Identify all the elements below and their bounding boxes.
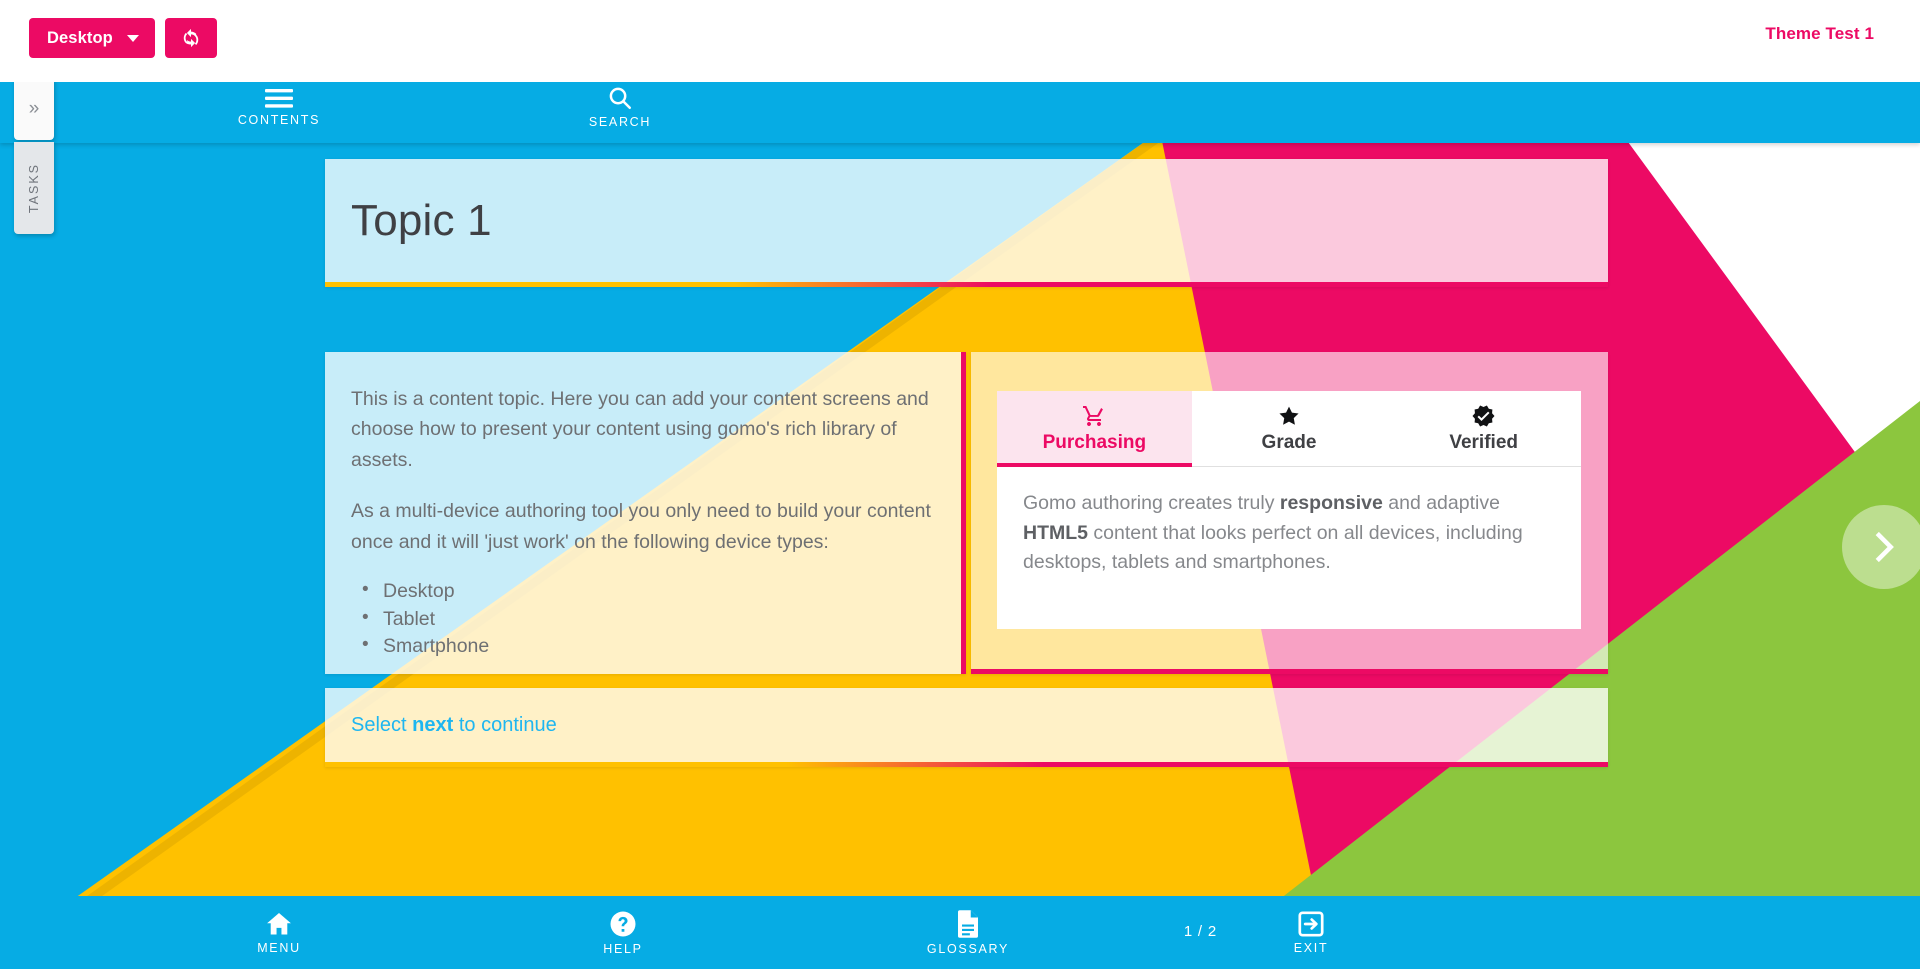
nav-item-menu[interactable]: MENU: [199, 896, 359, 969]
sidebar-item-tasks[interactable]: TASKS: [14, 142, 54, 234]
course-player: Desktop Theme Test 1 CONTENTS SEARCH » T…: [0, 0, 1920, 969]
question-circle-icon: [608, 909, 638, 939]
nav-item-glossary-label: GLOSSARY: [926, 942, 1010, 956]
tab-panel-paragraph: Gomo authoring creates truly responsive …: [1023, 489, 1555, 578]
chevron-right-icon: [1871, 529, 1897, 565]
tab-purchasing[interactable]: Purchasing: [997, 391, 1192, 467]
continue-text-before: Select: [351, 713, 413, 736]
tab-strip: Purchasing Grade Verified: [997, 391, 1582, 467]
tab-verified-label: Verified: [1449, 431, 1518, 453]
next-page-button[interactable]: [1842, 505, 1920, 589]
continue-text-after: to continue: [453, 713, 557, 736]
page-counter: 1 / 2: [1183, 923, 1217, 940]
continue-text-bold: next: [412, 713, 454, 736]
document-icon: [955, 909, 981, 939]
continue-prompt-text[interactable]: Select next to continue: [325, 714, 557, 737]
sidebar-collapse-toggle[interactable]: »: [14, 78, 54, 140]
list-item: Tablet: [359, 605, 931, 634]
tab-purchasing-label: Purchasing: [1042, 431, 1147, 453]
theme-title: Theme Test 1: [1765, 24, 1874, 43]
content-paragraph-2: As a multi-device authoring tool you onl…: [351, 500, 931, 553]
nav-item-help-label: HELP: [603, 942, 643, 956]
search-icon: [607, 85, 633, 111]
list-item: Desktop: [359, 577, 931, 606]
tab-panel-content: Gomo authoring creates truly responsive …: [997, 467, 1581, 629]
exit-arrow-icon: [1297, 910, 1325, 938]
side-tab-group: » TASKS: [14, 78, 54, 234]
tab-text-2: and adaptive: [1382, 492, 1500, 514]
nav-item-contents-label: CONTENTS: [237, 112, 321, 127]
tab-grade-label: Grade: [1261, 431, 1317, 453]
nav-item-exit-label: EXIT: [1293, 941, 1329, 955]
continue-prompt-card: Select next to continue: [325, 688, 1608, 767]
course-stage: CONTENTS SEARCH » TASKS Topic 1 This is …: [0, 71, 1920, 969]
nav-item-menu-label: MENU: [257, 941, 301, 955]
nav-item-search-label: SEARCH: [588, 115, 652, 129]
course-bottom-nav: MENU HELP GLOSSARY EXIT 1 / 2: [0, 896, 1920, 969]
nav-item-help[interactable]: HELP: [543, 896, 703, 969]
page-title: Topic 1: [351, 195, 492, 245]
topic-title-card: Topic 1: [325, 159, 1608, 287]
refresh-button[interactable]: [165, 18, 217, 58]
nav-item-glossary[interactable]: GLOSSARY: [888, 896, 1048, 969]
tabbed-content-card: Purchasing Grade Verified Gomo authoring…: [971, 352, 1608, 674]
device-selector-label: Desktop: [47, 28, 113, 47]
tab-text-1: Gomo authoring creates truly: [1023, 492, 1280, 514]
preview-toolbar: Desktop Theme Test 1: [0, 0, 1920, 82]
chevron-down-icon: [126, 34, 139, 42]
tab-verified[interactable]: Verified: [1386, 391, 1582, 466]
home-icon: [264, 910, 294, 938]
sidebar-item-tasks-label: TASKS: [27, 162, 41, 214]
hamburger-icon: [265, 88, 293, 109]
tab-text-3: content that looks perfect on all device…: [1023, 521, 1523, 574]
list-item: Smartphone: [359, 632, 931, 661]
shopping-cart-icon: [1081, 404, 1107, 428]
content-paragraph-1: This is a content topic. Here you can ad…: [351, 388, 929, 471]
device-type-list: Desktop Tablet Smartphone: [351, 577, 931, 661]
star-icon: [1276, 404, 1302, 428]
tab-text-bold-2: HTML5: [1023, 521, 1088, 544]
nav-item-exit[interactable]: EXIT: [1231, 896, 1391, 969]
content-text-card: This is a content topic. Here you can ad…: [325, 352, 966, 674]
double-chevron-right-icon: »: [28, 98, 40, 119]
tab-grade[interactable]: Grade: [1191, 391, 1387, 466]
verified-badge-icon: [1471, 404, 1496, 428]
device-selector-button[interactable]: Desktop: [29, 18, 155, 58]
tab-text-bold-1: responsive: [1279, 492, 1383, 514]
refresh-icon: [180, 27, 202, 49]
